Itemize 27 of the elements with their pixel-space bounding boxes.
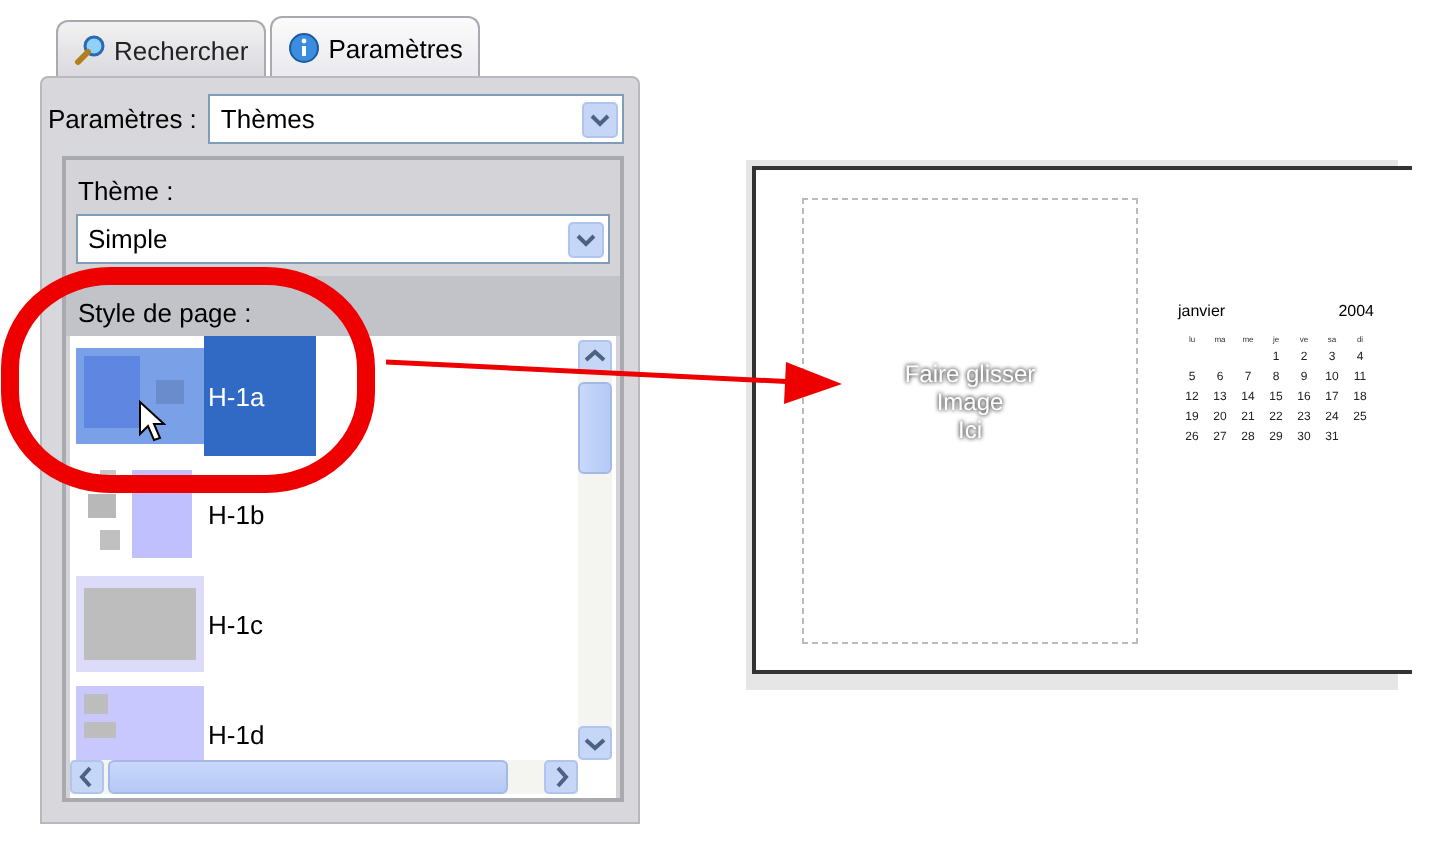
caret-icon [582,101,618,137]
calendar-year: 2004 [1338,302,1374,320]
scroll-left-button[interactable] [70,760,104,794]
search-icon [74,34,106,66]
tab[interactable]: Rechercher [56,20,267,78]
list-item[interactable]: H-1d [76,682,578,760]
list-item[interactable]: H-1c [76,572,578,676]
drop-hint: Faire glisser Image Ici [904,359,1036,443]
pointer-icon [138,400,166,444]
field-label: Paramètres : [48,104,197,134]
dropdown[interactable]: Simple [76,214,610,264]
scroll-right-button[interactable] [544,760,578,794]
calendar-month: janvier [1178,302,1226,320]
field-label: Thème : [76,174,176,210]
scroll-down-button[interactable] [578,726,612,760]
tab[interactable]: Paramètres [270,16,481,78]
caret-icon [568,221,604,257]
page-thumbnail [76,686,204,760]
list-item[interactable]: H-1a [76,336,578,456]
scrollbar[interactable] [578,340,612,760]
scrollbar[interactable] [70,760,578,794]
scroll-up-button[interactable] [578,340,612,374]
dropdown[interactable]: Thèmes [208,94,624,144]
scroll-thumb[interactable] [578,382,612,474]
page-thumbnail [76,576,204,672]
scroll-thumb[interactable] [108,760,508,794]
info-icon [288,32,321,64]
